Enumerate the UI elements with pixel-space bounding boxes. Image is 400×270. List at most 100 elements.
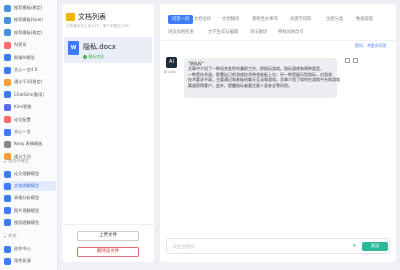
- divider: [62, 224, 154, 225]
- app-icon: [4, 78, 11, 86]
- tab[interactable]: 关键字提取: [290, 15, 311, 24]
- copy-icon[interactable]: [345, 58, 350, 63]
- tab[interactable]: 文档翻译: [222, 15, 239, 24]
- nav-item[interactable]: 推荐模板(稳定): [4, 28, 42, 38]
- nav-item[interactable]: Kimi智能: [4, 102, 32, 112]
- nav-item-label: 论文配置: [14, 116, 31, 122]
- check-icon: [83, 55, 87, 59]
- nav-item-label: Kimi智能: [14, 104, 32, 110]
- tab[interactable]: 主题分类: [326, 15, 343, 24]
- tab[interactable]: 特殊风格改写: [278, 28, 304, 37]
- nav-item[interactable]: Keep 表情模板: [4, 139, 42, 149]
- input-placeholder: 向左业提问...: [173, 245, 199, 250]
- nav-item-label: 论文理解模型: [14, 171, 40, 176]
- nav-item-label: AI资讯: [14, 42, 27, 48]
- delete-file-button[interactable]: 删除该文件: [77, 247, 139, 257]
- section-header[interactable]: ▾ 我的AI模型: [4, 158, 29, 164]
- answer-line: 渠道获得客户，此外，提醒陪玩者要注意人身安全等风险。: [188, 82, 292, 88]
- nav-item-label: 视频理解模型: [14, 219, 40, 225]
- nav-item-label: Keep 表情模板: [14, 141, 43, 147]
- nav-item-label: 文心一言4.0: [14, 67, 38, 72]
- nav-item[interactable]: 文档理解模型: [2, 181, 56, 192]
- left-nav: 推荐模板(稳定) 推荐模板(Sale) 推荐模板(稳定) AI资讯智聊AI模型文心一言…: [0, 0, 58, 270]
- upload-file-button[interactable]: 上传文件: [77, 231, 139, 241]
- app-icon: [4, 91, 11, 99]
- tab[interactable]: 文字生成与编辑: [208, 28, 238, 37]
- question-input[interactable]: 向左业提问... ▾ 发送: [166, 238, 390, 254]
- nav-item-label: 推荐模板(稳定): [14, 5, 43, 10]
- nav-item-label: 文心一言: [14, 129, 31, 134]
- file-name: 隐私.docx: [83, 43, 116, 51]
- app-icon: [4, 54, 11, 62]
- tab[interactable]: 重要性办事项: [252, 15, 278, 24]
- divider: [160, 40, 396, 41]
- nav-item[interactable]: 论文配置: [4, 115, 31, 125]
- nav-item[interactable]: 推荐模板(稳定): [4, 3, 42, 13]
- app-icon: [4, 41, 11, 49]
- nav-item[interactable]: 图片理解模型: [4, 206, 39, 216]
- main-panel: 问答一问 文档总结 文档翻译 重要性办事项 关键字提取 主题分类 数据提取语法风格检查 文字生…: [160, 4, 396, 262]
- app-icon: [4, 140, 11, 148]
- app-icon: [4, 103, 11, 111]
- nav-item[interactable]: 创作中心: [4, 244, 31, 254]
- avatar-caption: AI Chat: [164, 70, 176, 74]
- share-icon[interactable]: [353, 58, 358, 63]
- answer-line: 技术要求不高，主要通过和老板的聊天互动和游戏。文章介绍了如何在游戏平台和游戏: [188, 77, 340, 83]
- chevron-down-icon: ▾: [4, 158, 7, 164]
- app-icon: [4, 29, 11, 37]
- nav-item[interactable]: 推荐模板(Sale): [4, 15, 43, 25]
- nav-item[interactable]: 论文理解模型: [4, 169, 39, 179]
- folder-icon: [66, 13, 75, 21]
- file-panel-title: 文档列表: [78, 13, 106, 21]
- app-icon: [4, 66, 11, 74]
- image-qa-link[interactable]: #图文问答: [367, 43, 386, 49]
- tab[interactable]: 文档总结: [194, 15, 211, 24]
- file-item[interactable]: W 隐私.docx 解析完成: [64, 37, 152, 63]
- nav-item-label: 推荐模板(稳定): [14, 29, 43, 35]
- app-icon: [4, 4, 11, 12]
- section-label: 其他: [8, 233, 17, 238]
- app-icon: [4, 170, 11, 178]
- nav-item[interactable]: 表格分析模型: [4, 193, 39, 203]
- chevron-down-icon: ▾: [4, 233, 7, 239]
- nav-item[interactable]: 文心一言4.0: [4, 65, 37, 75]
- app-icon: [4, 194, 11, 202]
- send-button[interactable]: 发送: [362, 242, 388, 251]
- nav-item-label: 推荐模板(Sale): [14, 17, 43, 23]
- word-doc-icon: W: [68, 41, 79, 55]
- app-icon: [4, 182, 11, 190]
- nav-item[interactable]: 视频理解模型: [4, 218, 39, 228]
- app-icon: [4, 128, 11, 136]
- tab[interactable]: 语法翻译: [250, 28, 267, 37]
- ask-link[interactable]: 提问: [355, 43, 363, 49]
- app-icon: [4, 257, 11, 265]
- answer-bubble: "隐私权" 文章中介绍了一种适合女性的兼职工作，即陪玩游戏。陪玩游戏有两种类型，…: [184, 58, 340, 98]
- avatar: AI: [166, 57, 177, 68]
- nav-item[interactable]: AI资讯: [4, 40, 26, 50]
- tab[interactable]: 问答一问: [168, 15, 194, 24]
- nav-item-label: 图片理解模型: [14, 207, 40, 213]
- nav-item-label: ChatGlm(备用): [14, 91, 44, 97]
- nav-item[interactable]: 角色扮演: [4, 256, 31, 266]
- bubble-actions: [345, 58, 358, 63]
- nav-item[interactable]: 通义千问(稳定): [4, 77, 42, 87]
- app-icon: [4, 219, 11, 227]
- app-icon: [4, 116, 11, 124]
- chevron-down-icon[interactable]: ▾: [353, 243, 356, 249]
- nav-item-label: 创作中心: [14, 246, 31, 251]
- app-icon: [4, 245, 11, 253]
- app-icon: [4, 16, 11, 24]
- nav-item[interactable]: 文心一言: [4, 127, 31, 137]
- section-header[interactable]: ▾ 其他: [4, 233, 16, 239]
- nav-item-label: 文档理解模型: [14, 183, 40, 189]
- section-label: 我的AI模型: [8, 158, 29, 163]
- nav-item[interactable]: ChatGlm(备用): [4, 90, 44, 100]
- nav-item-label: 角色扮演: [14, 258, 31, 263]
- file-panel-subtitle: 文件最多可上传10个，单个不超过10M: [66, 24, 129, 28]
- app-icon: [4, 207, 11, 215]
- tab[interactable]: 语法风格检查: [168, 28, 194, 37]
- tab[interactable]: 数据提取: [356, 15, 373, 24]
- nav-item-label: 通义千问(稳定): [14, 79, 43, 85]
- nav-item[interactable]: 智聊AI模型: [4, 53, 35, 63]
- file-panel: 文档列表 文件最多可上传10个，单个不超过10M W 隐私.docx 解析完成 …: [62, 4, 154, 262]
